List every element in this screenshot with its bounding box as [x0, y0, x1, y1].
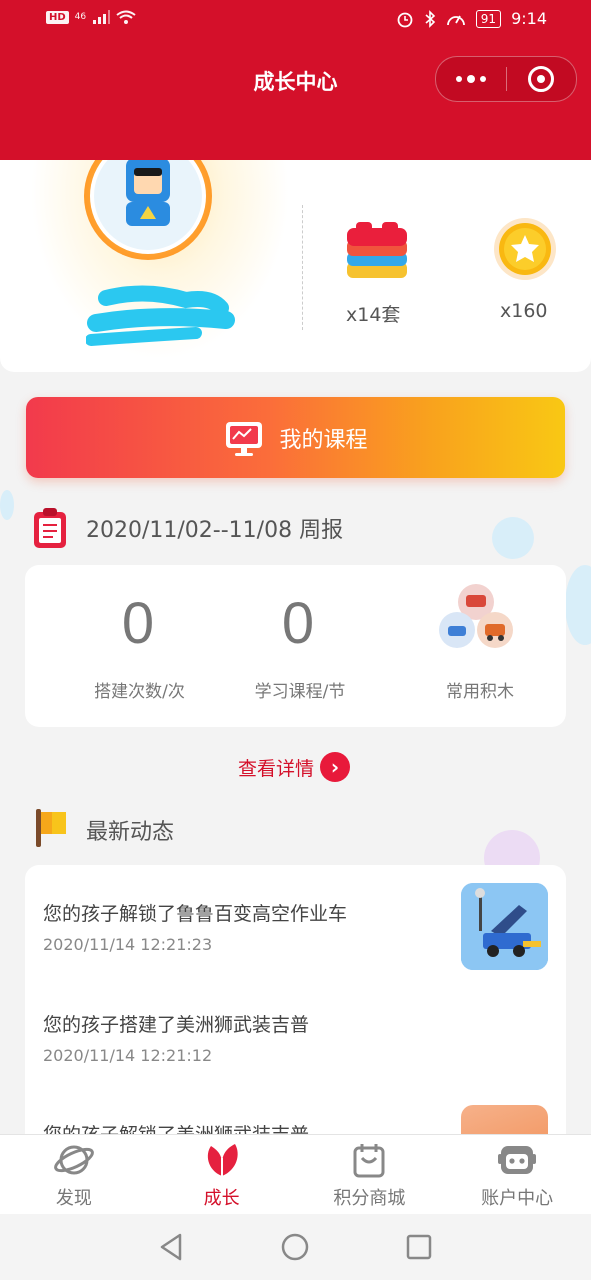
whiteboard-icon — [226, 421, 263, 456]
recent-apps-icon[interactable] — [399, 1227, 439, 1267]
view-details-link[interactable]: 查看详情 › — [238, 752, 351, 782]
signal-label: 46 — [74, 12, 87, 22]
signal-icon — [93, 10, 111, 24]
common-blocks-label: 常用积木 — [446, 682, 514, 702]
flag-icon — [36, 809, 66, 847]
tab-label: 积分商城 — [333, 1188, 406, 1209]
my-courses-button[interactable]: 我的课程 — [26, 397, 565, 478]
wifi-icon — [116, 10, 136, 24]
clipboard-icon — [34, 508, 66, 548]
status-bar: HD 46 91 9:14 — [0, 0, 591, 44]
decor-bubble — [565, 565, 591, 645]
leaf-icon — [207, 1144, 238, 1176]
tab-label: 成长 — [203, 1188, 240, 1209]
more-icon[interactable] — [436, 57, 506, 101]
news-item-text[interactable]: 您的孩子解锁了鲁鲁百变高空作业车 — [43, 899, 347, 926]
tab-label: 账户中心 — [481, 1188, 554, 1209]
tab-label: 发现 — [55, 1188, 92, 1209]
app-header: 成长中心 — [0, 44, 591, 160]
course-count-label: 学习课程/节 — [254, 682, 346, 702]
robot-face-icon — [498, 1146, 537, 1174]
system-nav-bar — [0, 1214, 591, 1280]
clock: 9:14 — [511, 9, 547, 28]
battery-icon: 91 — [475, 9, 502, 28]
tab-account-center[interactable]: 账户中心 — [443, 1135, 591, 1215]
hd-badge: HD — [46, 10, 69, 24]
weekly-report-card: 0 搭建次数/次 0 学习课程/节 常用积木 — [25, 565, 566, 727]
profile-divider — [302, 205, 303, 330]
bottom-tab-bar: 发现 成长 积分商城 账户中心 — [0, 1134, 591, 1215]
status-right: 91 9:14 — [396, 9, 547, 28]
news-item-text[interactable]: 您的孩子搭建了美洲狮武装吉普 — [43, 1010, 309, 1037]
tab-growth[interactable]: 成长 — [148, 1135, 296, 1215]
bluetooth-icon — [425, 9, 435, 28]
latest-news-title: 最新动态 — [86, 820, 175, 845]
speedometer-icon — [446, 15, 465, 25]
tab-discover[interactable]: 发现 — [0, 1135, 148, 1215]
course-count: 0 — [281, 591, 315, 656]
chevron-right-icon: › — [320, 752, 351, 782]
back-icon[interactable] — [152, 1227, 192, 1267]
decor-bubble — [0, 490, 14, 520]
redacted-username — [86, 285, 235, 346]
common-blocks-image[interactable] — [438, 582, 518, 654]
build-count-label: 搭建次数/次 — [94, 682, 185, 702]
shopping-bag-icon — [353, 1144, 385, 1178]
bricks-count: x14套 — [346, 304, 401, 326]
build-count: 0 — [121, 591, 155, 656]
decor-bubble — [492, 517, 534, 559]
profile-card: x14套 x160 — [0, 160, 591, 372]
tab-points-mall[interactable]: 积分商城 — [296, 1135, 444, 1215]
planet-icon — [54, 1145, 94, 1175]
close-target-icon[interactable] — [507, 57, 577, 101]
news-item-time: 2020/11/14 12:21:23 — [43, 935, 213, 954]
news-item-thumbnail[interactable] — [461, 883, 548, 970]
home-icon[interactable] — [275, 1227, 315, 1267]
stars-count: x160 — [500, 300, 548, 322]
news-item-time: 2020/11/14 12:21:12 — [43, 1046, 213, 1065]
bricks-icon[interactable] — [344, 218, 410, 284]
status-left: HD 46 — [46, 10, 136, 24]
mini-program-capsule — [435, 56, 577, 102]
alarm-icon — [397, 12, 413, 27]
robot-hair — [134, 168, 162, 176]
warning-sign-icon — [140, 206, 156, 219]
view-details-label: 查看详情 — [238, 757, 315, 780]
my-courses-label: 我的课程 — [279, 427, 368, 453]
news-card: 您的孩子解锁了鲁鲁百变高空作业车 2020/11/14 12:21:23 您的孩… — [25, 865, 566, 1155]
weekly-report-title: 2020/11/02--11/08 周报 — [86, 518, 344, 543]
star-coin-icon[interactable] — [492, 216, 558, 282]
